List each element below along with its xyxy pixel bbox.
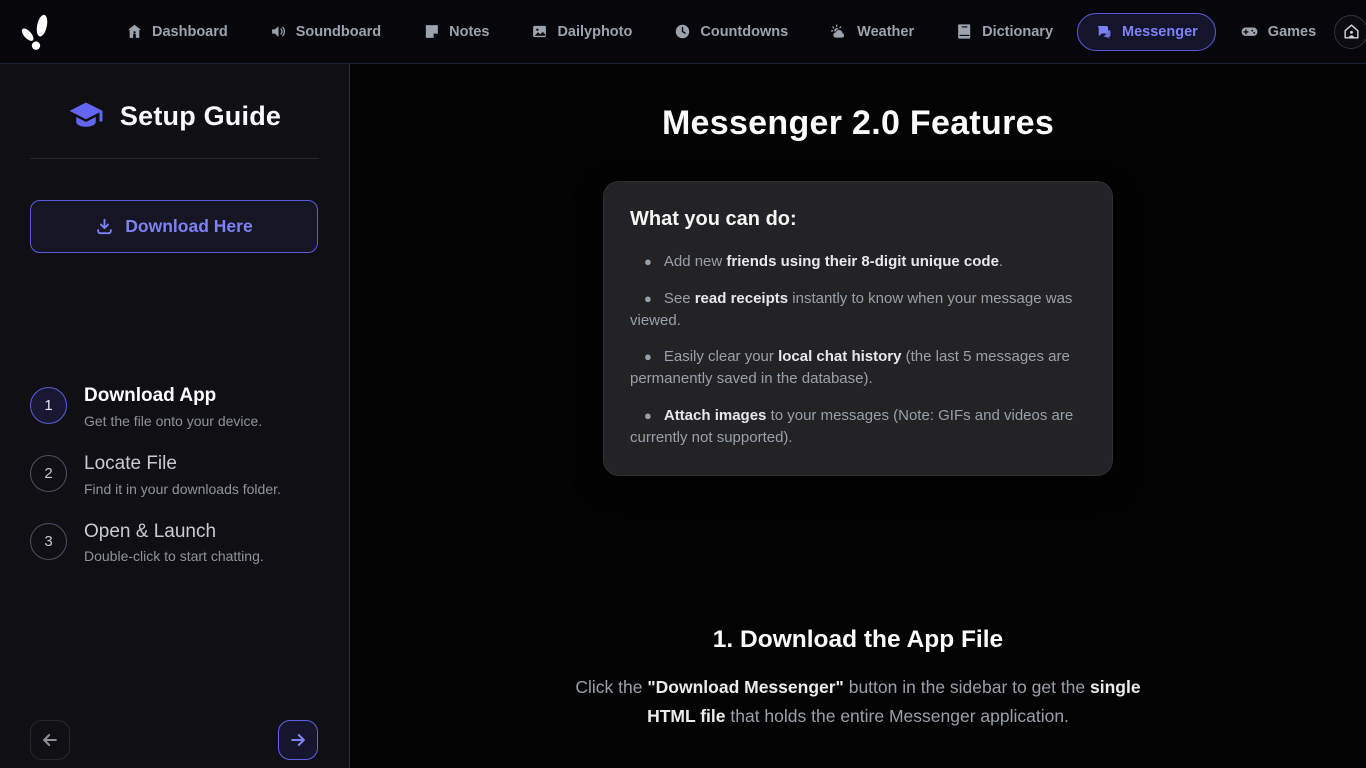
feature-bullet: ●Attach images to your messages (Note: G…: [630, 405, 1086, 449]
nav-item-dailyphoto[interactable]: Dailyphoto: [513, 13, 650, 50]
main-navigation: Dashboard Soundboard Notes Dailyphoto Countd…: [108, 12, 1334, 51]
sidebar-title: Setup Guide: [120, 101, 281, 132]
nav-item-label: Dashboard: [152, 24, 228, 40]
app-logo: [16, 9, 56, 55]
bullet-dot: ●: [644, 254, 652, 269]
nav-item-label: Notes: [449, 24, 489, 40]
nav-item-label: Weather: [857, 24, 914, 40]
download-button-label: Download Here: [125, 216, 252, 237]
sidebar-divider: [30, 158, 319, 159]
section-paragraph: Click the "Download Messenger" button in…: [553, 673, 1163, 730]
setup-step-1[interactable]: 1 Download App Get the file onto your devi…: [30, 385, 349, 429]
step-title: Locate File: [84, 453, 281, 476]
home-circle-button[interactable]: [1334, 15, 1366, 49]
page-title: Messenger 2.0 Features: [350, 104, 1366, 143]
nav-item-label: Dictionary: [982, 24, 1053, 40]
nav-item-label: Soundboard: [296, 24, 381, 40]
chat-icon: [1095, 23, 1113, 41]
weather-icon: [830, 23, 848, 41]
note-icon: [423, 23, 440, 40]
nav-item-label: Dailyphoto: [557, 24, 632, 40]
setup-step-3[interactable]: 3 Open & Launch Double-click to start chat…: [30, 521, 349, 565]
bullet-dot: ●: [644, 408, 652, 423]
setup-guide-sidebar: Setup Guide Download Here 1 Download App G…: [0, 64, 350, 768]
gamepad-icon: [1240, 22, 1259, 41]
arrow-right-icon: [288, 730, 308, 750]
nav-item-label: Games: [1268, 24, 1316, 40]
download-here-button[interactable]: Download Here: [30, 200, 318, 253]
main-content: Messenger 2.0 Features What you can do: …: [350, 64, 1366, 768]
card-heading: What you can do:: [630, 208, 1086, 231]
clock-icon: [674, 23, 691, 40]
step-number-badge: 3: [30, 523, 67, 560]
feature-bullet: ●See read receipts instantly to know whe…: [630, 288, 1086, 332]
book-icon: [956, 23, 973, 40]
feature-bullet: ●Add new friends using their 8-digit uni…: [630, 251, 1086, 273]
image-icon: [531, 23, 548, 40]
sidebar-header: Setup Guide: [0, 98, 349, 134]
step-number-badge: 2: [30, 455, 67, 492]
next-step-button[interactable]: [278, 720, 318, 760]
step-subtitle: Find it in your downloads folder.: [84, 481, 281, 497]
bullet-dot: ●: [644, 291, 652, 306]
nav-item-label: Messenger: [1122, 24, 1198, 40]
nav-item-messenger[interactable]: Messenger: [1077, 13, 1216, 51]
home-user-icon: [1342, 22, 1361, 41]
feature-bullet: ●Easily clear your local chat history (t…: [630, 346, 1086, 390]
nav-item-soundboard[interactable]: Soundboard: [252, 13, 399, 50]
features-card: What you can do: ●Add new friends using …: [603, 181, 1113, 476]
section-heading: 1. Download the App File: [350, 626, 1366, 654]
nav-item-dashboard[interactable]: Dashboard: [108, 13, 246, 50]
splat-logo-icon: [16, 12, 56, 52]
step-subtitle: Double-click to start chatting.: [84, 548, 264, 564]
step-title: Download App: [84, 385, 262, 408]
download-icon: [95, 217, 114, 236]
previous-step-button[interactable]: [30, 720, 70, 760]
arrow-left-icon: [40, 730, 60, 750]
nav-item-weather[interactable]: Weather: [812, 13, 932, 51]
bullet-dot: ●: [644, 349, 652, 364]
nav-item-countdowns[interactable]: Countdowns: [656, 13, 806, 50]
step-subtitle: Get the file onto your device.: [84, 413, 262, 429]
top-navbar: Dashboard Soundboard Notes Dailyphoto Countd…: [0, 0, 1366, 64]
speaker-icon: [270, 23, 287, 40]
setup-step-2[interactable]: 2 Locate File Find it in your downloads fo…: [30, 453, 349, 497]
navbar-right: [1334, 15, 1366, 49]
step-title: Open & Launch: [84, 521, 264, 544]
nav-item-games[interactable]: Games: [1222, 12, 1334, 51]
nav-item-label: Countdowns: [700, 24, 788, 40]
nav-item-notes[interactable]: Notes: [405, 13, 507, 50]
nav-item-dictionary[interactable]: Dictionary: [938, 13, 1071, 50]
home-icon: [126, 23, 143, 40]
setup-steps: 1 Download App Get the file onto your devi…: [30, 385, 349, 564]
graduation-cap-icon: [68, 98, 104, 134]
step-number-badge: 1: [30, 387, 67, 424]
features-list: ●Add new friends using their 8-digit uni…: [630, 251, 1086, 448]
